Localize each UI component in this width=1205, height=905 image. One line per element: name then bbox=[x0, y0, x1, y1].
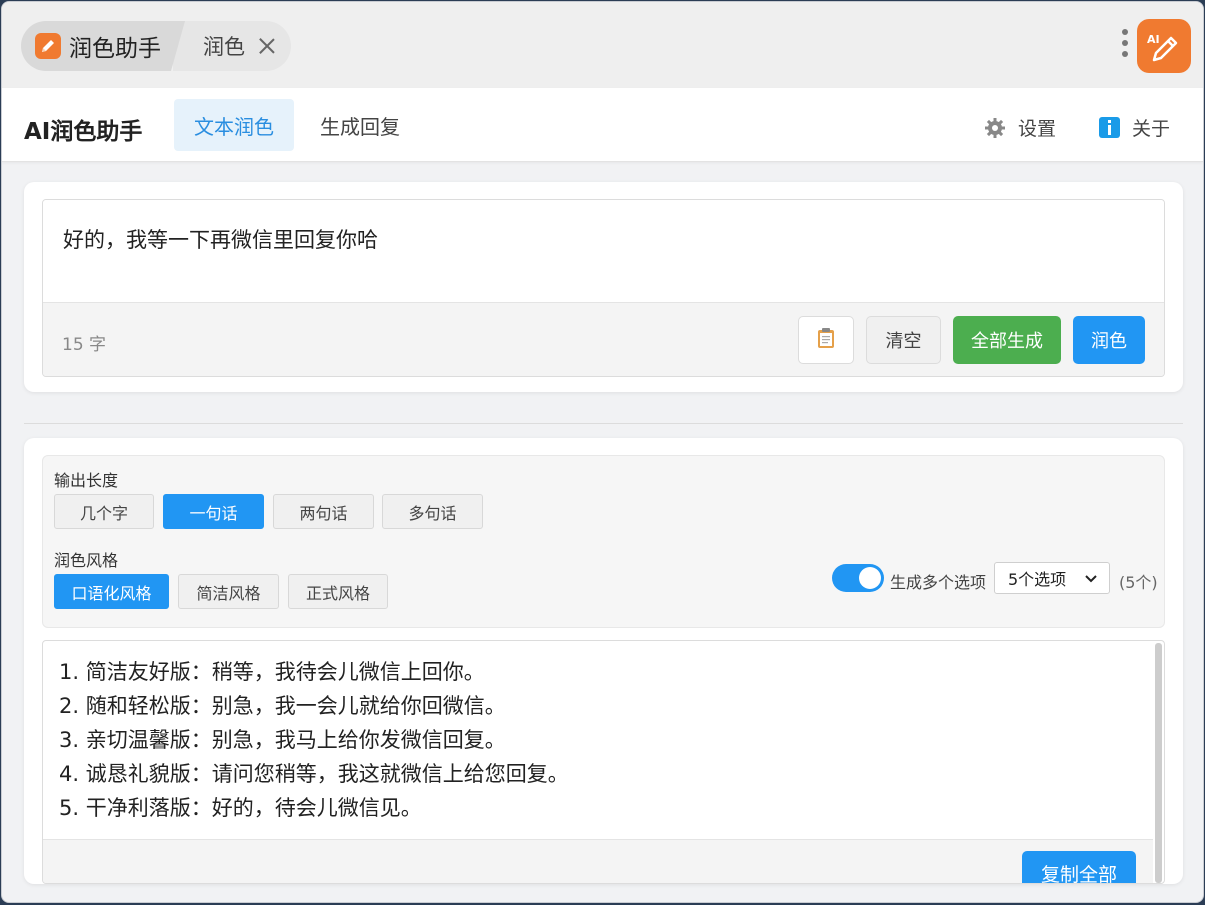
copy-all-button[interactable]: 复制全部 bbox=[1022, 851, 1136, 883]
settings-button[interactable]: 设置 bbox=[984, 114, 1056, 141]
output-card: 输出长度 几个字 一句话 两句话 多句话 润色风格 口语化风格 简洁风格 正式风… bbox=[24, 438, 1183, 884]
style-option-concise[interactable]: 简洁风格 bbox=[178, 574, 279, 609]
tab-main-label: 润色助手 bbox=[69, 36, 161, 62]
tab-text-polish[interactable]: 文本润色 bbox=[174, 99, 294, 151]
input-footer: 15 字 清空 全部生成 润色 bbox=[43, 302, 1164, 376]
result-item[interactable]: 1. 简洁友好版：稍等，我待会儿微信上回你。 bbox=[59, 655, 569, 689]
about-label: 关于 bbox=[1132, 118, 1171, 140]
about-button[interactable]: 关于 bbox=[1099, 114, 1170, 141]
app-header: AI润色助手 文本润色 生成回复 设置 关于 bbox=[2, 88, 1203, 162]
length-option-one-sentence[interactable]: 一句话 bbox=[163, 494, 264, 529]
gear-icon bbox=[984, 117, 1006, 139]
result-box: 1. 简洁友好版：稍等，我待会儿微信上回你。 2. 随和轻松版：别急，我一会儿就… bbox=[42, 640, 1165, 884]
tab-main[interactable]: 润色助手 bbox=[21, 21, 185, 71]
polish-button[interactable]: 润色 bbox=[1073, 316, 1145, 364]
result-footer: 复制全部 bbox=[43, 839, 1153, 883]
chevron-down-icon bbox=[1083, 570, 1099, 590]
result-item[interactable]: 4. 诚恳礼貌版：请问您稍等，我这就微信上给您回复。 bbox=[59, 757, 569, 791]
source-text-input[interactable]: 好的，我等一下再微信里回复你哈 bbox=[43, 200, 1164, 302]
option-count-select[interactable]: 5个选项 bbox=[994, 562, 1110, 594]
style-option-colloquial[interactable]: 口语化风格 bbox=[54, 574, 169, 609]
length-option-few-words[interactable]: 几个字 bbox=[54, 494, 154, 529]
clear-button[interactable]: 清空 bbox=[866, 316, 941, 364]
result-item[interactable]: 3. 亲切温馨版：别急，我马上给你发微信回复。 bbox=[59, 723, 569, 757]
app-window: 润色助手 润色 AI AI润色助手 文本润色 生成回复 设置 关于 好的，我等一… bbox=[1, 1, 1204, 903]
generate-all-button[interactable]: 全部生成 bbox=[953, 316, 1061, 364]
result-item[interactable]: 5. 干净利落版：好的，待会儿微信见。 bbox=[59, 791, 569, 825]
input-box: 好的，我等一下再微信里回复你哈 15 字 清空 全部生成 润色 bbox=[42, 199, 1165, 377]
length-option-multi-sentences[interactable]: 多句话 bbox=[382, 494, 483, 529]
options-panel: 输出长度 几个字 一句话 两句话 多句话 润色风格 口语化风格 简洁风格 正式风… bbox=[42, 455, 1165, 628]
tab-sub[interactable]: 润色 bbox=[173, 21, 291, 71]
ai-logo-icon[interactable]: AI bbox=[1137, 19, 1191, 73]
tab-sub-label: 润色 bbox=[203, 35, 245, 59]
char-count: 15 字 bbox=[62, 335, 107, 355]
multi-option-toggle[interactable] bbox=[832, 564, 884, 592]
length-option-two-sentences[interactable]: 两句话 bbox=[273, 494, 374, 529]
tab-generate-reply[interactable]: 生成回复 bbox=[302, 99, 418, 151]
length-label: 输出长度 bbox=[54, 471, 119, 490]
settings-label: 设置 bbox=[1018, 118, 1057, 140]
style-label: 润色风格 bbox=[54, 551, 119, 570]
pencil-app-icon bbox=[35, 33, 61, 59]
svg-text:AI: AI bbox=[1147, 33, 1160, 46]
input-card: 好的，我等一下再微信里回复你哈 15 字 清空 全部生成 润色 bbox=[24, 182, 1183, 392]
tab-group: 润色助手 润色 bbox=[21, 21, 291, 71]
result-scrollbar[interactable] bbox=[1155, 643, 1162, 883]
result-item[interactable]: 2. 随和轻松版：别急，我一会儿就给你回微信。 bbox=[59, 689, 569, 723]
close-icon[interactable] bbox=[257, 36, 277, 56]
more-options-icon[interactable] bbox=[1121, 29, 1129, 61]
option-count-value: 5个选项 bbox=[1008, 570, 1067, 589]
paste-button[interactable] bbox=[798, 316, 854, 364]
result-list: 1. 简洁友好版：稍等，我待会儿微信上回你。 2. 随和轻松版：别急，我一会儿就… bbox=[59, 655, 569, 825]
divider bbox=[24, 423, 1183, 424]
multi-option-label: 生成多个选项 bbox=[890, 573, 987, 592]
style-option-formal[interactable]: 正式风格 bbox=[288, 574, 388, 609]
app-title: AI润色助手 bbox=[24, 119, 143, 145]
option-count-note: (5个) bbox=[1119, 573, 1158, 592]
clipboard-icon bbox=[816, 327, 836, 354]
info-icon bbox=[1099, 117, 1120, 138]
title-bar: 润色助手 润色 AI bbox=[2, 2, 1203, 88]
